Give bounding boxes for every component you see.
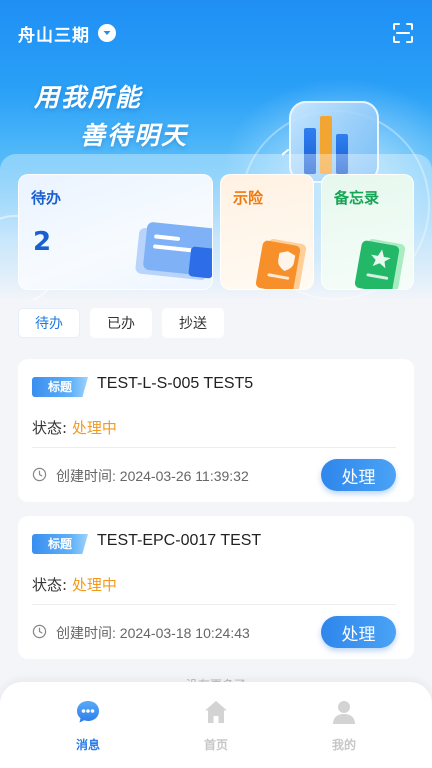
slogan-line-2: 善待明天 [80,121,189,150]
message-icon [77,701,99,723]
divider [32,447,396,448]
tab-todo[interactable]: 待办 [18,308,80,338]
task-card[interactable]: 标题 TEST-L-S-005 TEST5 状态: 处理中 创建时间: 2024… [18,359,414,502]
risk-card-label: 示险 [233,189,264,207]
divider [32,604,396,605]
created-label: 创建时间: [56,625,116,641]
created-time: 创建时间: 2024-03-18 10:24:43 [56,623,250,643]
task-title: TEST-L-S-005 TEST5 [97,375,254,392]
created-time: 创建时间: 2024-03-26 11:39:32 [56,466,249,486]
todo-card-label: 待办 [31,189,62,207]
bottom-nav: 消息 首页 我的 [0,682,432,768]
task-status: 状态: 处理中 [32,574,117,595]
scan-icon[interactable] [392,22,414,44]
created-value: 2024-03-26 11:39:32 [119,468,249,484]
top-bar: 舟山三期 [0,0,432,66]
status-value: 处理中 [71,419,117,437]
project-name[interactable]: 舟山三期 [18,21,90,46]
nav-label: 我的 [331,738,356,752]
nav-item-mine[interactable]: 我的 [304,698,384,753]
process-button[interactable]: 处理 [321,616,396,648]
todo-card[interactable]: 待办 2 [18,174,213,290]
task-title: TEST-EPC-0017 TEST [97,532,262,549]
clock-icon [32,624,47,639]
tab-cc[interactable]: 抄送 [162,308,224,338]
folder-icon [135,222,212,281]
tab-done[interactable]: 已办 [90,308,152,338]
nav-item-messages[interactable]: 消息 [48,698,128,753]
nav-label: 消息 [75,738,100,752]
app-screen: 舟山三期 用我所能 善待明天 待办 2 示险 备忘录 待办 已办 抄送 标题 T… [0,0,432,768]
created-label: 创建时间: [56,468,116,484]
status-label: 状态: [32,576,68,594]
memo-card-label: 备忘录 [334,189,380,207]
memo-card[interactable]: 备忘录 [321,174,414,290]
user-icon [333,701,355,724]
nav-item-home[interactable]: 首页 [176,698,256,753]
created-value: 2024-03-18 10:24:43 [119,625,250,641]
nav-label: 首页 [203,738,228,752]
task-card[interactable]: 标题 TEST-EPC-0017 TEST 状态: 处理中 创建时间: 2024… [18,516,414,659]
chevron-down-icon[interactable] [98,24,116,42]
clock-icon [32,467,47,482]
process-button[interactable]: 处理 [321,459,396,491]
task-status: 状态: 处理中 [32,417,117,438]
task-tabs: 待办 已办 抄送 [18,308,224,338]
status-label: 状态: [32,419,68,437]
star-document-icon [354,239,406,289]
title-tag: 标题 [32,534,88,554]
shield-document-icon [255,239,307,289]
home-icon [205,701,227,723]
slogan-line-1: 用我所能 [34,83,143,112]
status-value: 处理中 [71,576,117,594]
risk-card[interactable]: 示险 [220,174,314,290]
title-tag: 标题 [32,377,88,397]
todo-count: 2 [33,227,52,257]
